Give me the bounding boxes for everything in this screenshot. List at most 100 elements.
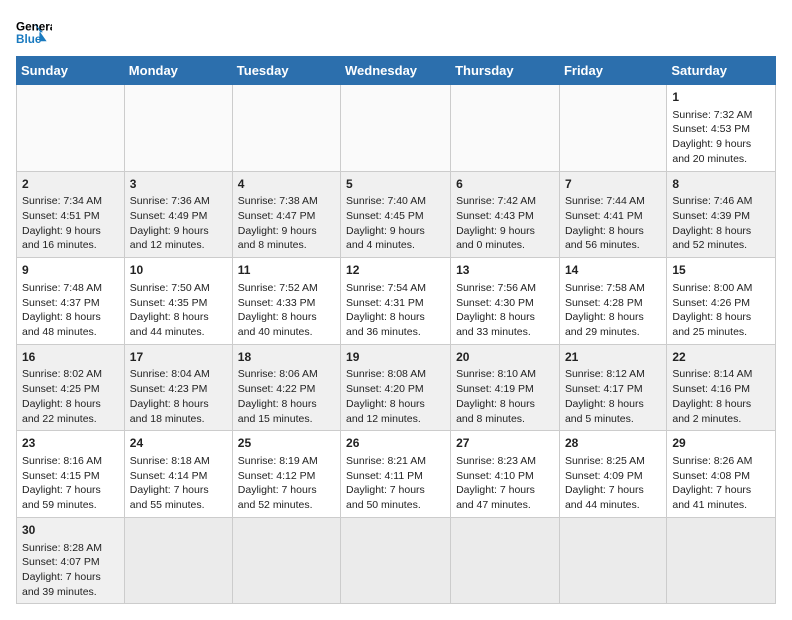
week-row-1: 1Sunrise: 7:32 AM Sunset: 4:53 PM Daylig… xyxy=(17,85,776,172)
day-info: Sunrise: 8:26 AM Sunset: 4:08 PM Dayligh… xyxy=(672,455,754,511)
day-cell xyxy=(451,85,560,172)
day-number: 4 xyxy=(238,176,335,193)
day-info: Sunrise: 7:50 AM Sunset: 4:35 PM Dayligh… xyxy=(130,282,212,338)
day-info: Sunrise: 7:52 AM Sunset: 4:33 PM Dayligh… xyxy=(238,282,320,338)
day-info: Sunrise: 7:54 AM Sunset: 4:31 PM Dayligh… xyxy=(346,282,428,338)
day-number: 3 xyxy=(130,176,227,193)
day-cell: 11Sunrise: 7:52 AM Sunset: 4:33 PM Dayli… xyxy=(232,258,340,345)
day-cell: 17 Sunrise: 8:04 AM Sunset: 4:23 PM Dayli… xyxy=(124,344,232,431)
day-info: Sunrise: 7:44 AM Sunset: 4:41 PM Dayligh… xyxy=(565,195,647,251)
day-cell: 27 Sunrise: 8:23 AM Sunset: 4:10 PM Dayli… xyxy=(451,431,560,518)
day-info: Sunrise: 7:34 AM Sunset: 4:51 PM Dayligh… xyxy=(22,195,104,251)
day-cell: 2 Sunrise: 7:34 AM Sunset: 4:51 PM Daylig… xyxy=(17,171,125,258)
day-info: Sunrise: 7:46 AM Sunset: 4:39 PM Dayligh… xyxy=(672,195,754,251)
weekday-header-wednesday: Wednesday xyxy=(341,57,451,85)
day-cell: 28Sunrise: 8:25 AM Sunset: 4:09 PM Dayli… xyxy=(559,431,666,518)
day-cell: 22 Sunrise: 8:14 AM Sunset: 4:16 PM Dayli… xyxy=(667,344,776,431)
day-cell: 26Sunrise: 8:21 AM Sunset: 4:11 PM Dayli… xyxy=(341,431,451,518)
day-cell: 19 Sunrise: 8:08 AM Sunset: 4:20 PM Dayli… xyxy=(341,344,451,431)
svg-text:Blue: Blue xyxy=(16,33,42,46)
day-number: 10 xyxy=(130,262,227,279)
week-row-4: 16 Sunrise: 8:02 AM Sunset: 4:25 PM Dayli… xyxy=(17,344,776,431)
day-info: Sunrise: 8:04 AM Sunset: 4:23 PM Dayligh… xyxy=(130,368,212,424)
day-cell: 12 Sunrise: 7:54 AM Sunset: 4:31 PM Dayli… xyxy=(341,258,451,345)
day-cell: 18Sunrise: 8:06 AM Sunset: 4:22 PM Dayli… xyxy=(232,344,340,431)
day-cell: 8 Sunrise: 7:46 AM Sunset: 4:39 PM Daylig… xyxy=(667,171,776,258)
day-info: Sunrise: 8:19 AM Sunset: 4:12 PM Dayligh… xyxy=(238,455,320,511)
day-info: Sunrise: 8:14 AM Sunset: 4:16 PM Dayligh… xyxy=(672,368,754,424)
day-info: Sunrise: 7:48 AM Sunset: 4:37 PM Dayligh… xyxy=(22,282,104,338)
weekday-header-monday: Monday xyxy=(124,57,232,85)
day-cell xyxy=(124,85,232,172)
day-cell: 29 Sunrise: 8:26 AM Sunset: 4:08 PM Dayli… xyxy=(667,431,776,518)
day-number: 25 xyxy=(238,435,335,452)
day-number: 22 xyxy=(672,349,770,366)
day-info: Sunrise: 8:10 AM Sunset: 4:19 PM Dayligh… xyxy=(456,368,538,424)
day-number: 1 xyxy=(672,89,770,106)
logo-icon: General Blue xyxy=(16,16,52,52)
day-cell: 24Sunrise: 8:18 AM Sunset: 4:14 PM Dayli… xyxy=(124,431,232,518)
day-number: 9 xyxy=(22,262,119,279)
weekday-header-sunday: Sunday xyxy=(17,57,125,85)
day-info: Sunrise: 7:42 AM Sunset: 4:43 PM Dayligh… xyxy=(456,195,538,251)
weekday-header-tuesday: Tuesday xyxy=(232,57,340,85)
day-number: 12 xyxy=(346,262,445,279)
week-row-6: 30Sunrise: 8:28 AM Sunset: 4:07 PM Dayli… xyxy=(17,517,776,604)
day-info: Sunrise: 8:02 AM Sunset: 4:25 PM Dayligh… xyxy=(22,368,104,424)
day-cell: 3Sunrise: 7:36 AM Sunset: 4:49 PM Daylig… xyxy=(124,171,232,258)
day-cell: 16 Sunrise: 8:02 AM Sunset: 4:25 PM Dayli… xyxy=(17,344,125,431)
day-info: Sunrise: 7:38 AM Sunset: 4:47 PM Dayligh… xyxy=(238,195,320,251)
logo: General Blue xyxy=(16,16,58,52)
day-cell xyxy=(232,85,340,172)
day-cell: 9 Sunrise: 7:48 AM Sunset: 4:37 PM Daylig… xyxy=(17,258,125,345)
day-cell: 25 Sunrise: 8:19 AM Sunset: 4:12 PM Dayli… xyxy=(232,431,340,518)
day-cell: 15 Sunrise: 8:00 AM Sunset: 4:26 PM Dayli… xyxy=(667,258,776,345)
day-number: 8 xyxy=(672,176,770,193)
day-number: 2 xyxy=(22,176,119,193)
day-number: 5 xyxy=(346,176,445,193)
day-number: 19 xyxy=(346,349,445,366)
day-cell xyxy=(124,517,232,604)
day-cell: 23 Sunrise: 8:16 AM Sunset: 4:15 PM Dayli… xyxy=(17,431,125,518)
day-number: 21 xyxy=(565,349,661,366)
day-number: 7 xyxy=(565,176,661,193)
day-number: 28 xyxy=(565,435,661,452)
day-number: 26 xyxy=(346,435,445,452)
day-number: 6 xyxy=(456,176,554,193)
day-number: 30 xyxy=(22,522,119,539)
day-info: Sunrise: 8:00 AM Sunset: 4:26 PM Dayligh… xyxy=(672,282,754,338)
day-number: 27 xyxy=(456,435,554,452)
day-info: Sunrise: 8:12 AM Sunset: 4:17 PM Dayligh… xyxy=(565,368,647,424)
weekday-header-friday: Friday xyxy=(559,57,666,85)
day-cell xyxy=(451,517,560,604)
day-number: 17 xyxy=(130,349,227,366)
day-cell xyxy=(559,85,666,172)
weekday-header-thursday: Thursday xyxy=(451,57,560,85)
day-cell xyxy=(232,517,340,604)
day-cell: 20 Sunrise: 8:10 AM Sunset: 4:19 PM Dayli… xyxy=(451,344,560,431)
day-cell xyxy=(559,517,666,604)
day-cell xyxy=(341,85,451,172)
day-number: 15 xyxy=(672,262,770,279)
day-info: Sunrise: 7:58 AM Sunset: 4:28 PM Dayligh… xyxy=(565,282,647,338)
day-cell: 4 Sunrise: 7:38 AM Sunset: 4:47 PM Daylig… xyxy=(232,171,340,258)
day-info: Sunrise: 8:23 AM Sunset: 4:10 PM Dayligh… xyxy=(456,455,538,511)
day-cell xyxy=(667,517,776,604)
day-number: 16 xyxy=(22,349,119,366)
day-number: 14 xyxy=(565,262,661,279)
day-cell: 6 Sunrise: 7:42 AM Sunset: 4:43 PM Daylig… xyxy=(451,171,560,258)
calendar-table: SundayMondayTuesdayWednesdayThursdayFrid… xyxy=(16,56,776,604)
day-cell: 7 Sunrise: 7:44 AM Sunset: 4:41 PM Daylig… xyxy=(559,171,666,258)
day-cell: 1Sunrise: 7:32 AM Sunset: 4:53 PM Daylig… xyxy=(667,85,776,172)
day-cell: 13Sunrise: 7:56 AM Sunset: 4:30 PM Dayli… xyxy=(451,258,560,345)
day-number: 29 xyxy=(672,435,770,452)
day-info: Sunrise: 8:16 AM Sunset: 4:15 PM Dayligh… xyxy=(22,455,104,511)
weekday-header-saturday: Saturday xyxy=(667,57,776,85)
day-number: 20 xyxy=(456,349,554,366)
header: General Blue xyxy=(16,16,776,52)
week-row-2: 2 Sunrise: 7:34 AM Sunset: 4:51 PM Daylig… xyxy=(17,171,776,258)
day-info: Sunrise: 8:08 AM Sunset: 4:20 PM Dayligh… xyxy=(346,368,428,424)
day-number: 23 xyxy=(22,435,119,452)
svg-text:General: General xyxy=(16,20,52,33)
day-cell: 14 Sunrise: 7:58 AM Sunset: 4:28 PM Dayli… xyxy=(559,258,666,345)
